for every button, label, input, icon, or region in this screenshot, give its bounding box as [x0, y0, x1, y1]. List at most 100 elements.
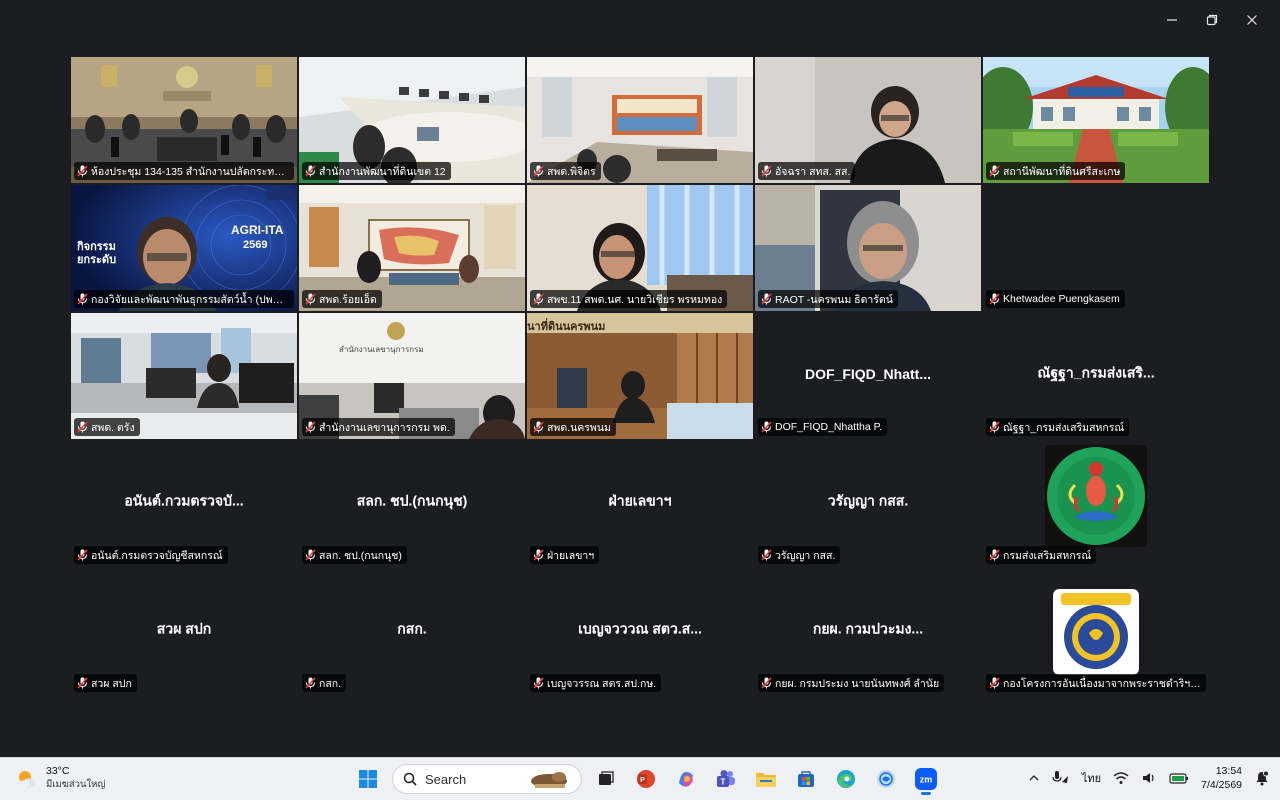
- teams-icon[interactable]: T: [710, 763, 742, 795]
- participant-display-name: ฝ่ายเลขาฯ: [608, 492, 672, 509]
- speaker-icon[interactable]: [1141, 771, 1157, 785]
- window-controls: [1152, 8, 1272, 32]
- participant-tile[interactable]: สพด.ร้อยเอ็ด: [299, 185, 525, 311]
- weather-temperature: 33°C: [46, 765, 70, 777]
- participant-tile[interactable]: สถานีพัฒนาที่ดินศรีสะเกษ: [983, 57, 1209, 183]
- participant-tile[interactable]: วรัญญา กสส. วรัญญา กสส.: [755, 441, 981, 567]
- mic-muted-icon: [533, 421, 544, 433]
- participant-name: RAOT -นครพนม ธิดารัตน์: [775, 293, 893, 306]
- svg-text:zm: zm: [920, 775, 933, 785]
- participant-name-bar: สพด.นครพนม: [530, 418, 616, 436]
- zoom-icon[interactable]: zm: [910, 763, 942, 795]
- participant-tile[interactable]: สลก. ชป.(กนกนุช) สลก. ชป.(กนกนุช): [299, 441, 525, 567]
- participant-tile[interactable]: กองโครงการอันเนื่องมาจากพระราชดำริฯ กรม.…: [983, 569, 1209, 695]
- mic-muted-icon: [77, 165, 88, 177]
- edge-icon[interactable]: [830, 763, 862, 795]
- participant-tile[interactable]: RAOT -นครพนม ธิดารัตน์: [755, 185, 981, 311]
- mic-muted-icon: [77, 293, 88, 305]
- chevron-up-icon[interactable]: [1028, 772, 1040, 784]
- participant-tile[interactable]: สำนักงานพัฒนาที่ดินเขต 12: [299, 57, 525, 183]
- participant-name: กสก.: [319, 677, 342, 690]
- participant-name: กรมส่งเสริมสหกรณ์: [1003, 549, 1092, 562]
- microphone-location-icon[interactable]: [1052, 770, 1070, 786]
- participant-name-bar: ฝ่ายเลขาฯ: [530, 546, 600, 564]
- participant-tile[interactable]: สำนักงานเลขานุการกรม สำนักงานเลขานุการกรม…: [299, 313, 525, 439]
- participant-tile[interactable]: เบญจวววณ สตว.ส... เบญจวรรณ สตร.สป.กษ.: [527, 569, 753, 695]
- participant-tile[interactable]: ฝ่ายเลขาฯ ฝ่ายเลขาฯ: [527, 441, 753, 567]
- participant-tile[interactable]: นาที่ดินนครพนม สพด.นครพนม: [527, 313, 753, 439]
- participant-tile[interactable]: สพข.11 สพด.นศ. นายวิเชียร พรหมทอง: [527, 185, 753, 311]
- mic-muted-icon: [533, 549, 544, 561]
- mic-muted-icon: [761, 165, 772, 177]
- participant-name: ณัฐฐา_กรมส่งเสริมสหกรณ์: [1003, 421, 1125, 434]
- search-highlight-icon: [531, 772, 567, 788]
- mic-muted-icon: [989, 293, 1000, 305]
- wifi-icon[interactable]: [1113, 771, 1129, 785]
- mic-muted-icon: [761, 293, 772, 305]
- participant-tile[interactable]: กรมส่งเสริมสหกรณ์: [983, 441, 1209, 567]
- app-icon[interactable]: [870, 763, 902, 795]
- participant-name-bar: ห้องประชุม 134-135 สำนักงานปลัดกระทรวงเก…: [74, 162, 294, 180]
- participant-tile[interactable]: กยผ. กวมปวะมง... กยผ. กรมประมง นายนันทพงศ…: [755, 569, 981, 695]
- participant-tile[interactable]: ณัฐฐา_กรมส่งเสริ... ณัฐฐา_กรมส่งเสริมสหกร…: [983, 313, 1209, 439]
- notification-bell-icon[interactable]: [1254, 770, 1270, 786]
- store-icon[interactable]: [790, 763, 822, 795]
- system-tray: ไทย 13:54 7/4/2569: [1028, 764, 1270, 792]
- copilot-icon[interactable]: [670, 763, 702, 795]
- participant-name-bar: กองวิจัยและพัฒนาพันธุกรรมสัตว์น้ำ (ปพน เ…: [74, 290, 294, 308]
- taskbar-apps: Search P T zm: [352, 763, 942, 795]
- participant-name-bar: กยผ. กรมประมง นายนันทพงศ์ ลำนัย: [758, 674, 945, 692]
- search-icon: [403, 772, 417, 786]
- language-indicator[interactable]: ไทย: [1082, 769, 1101, 787]
- taskbar-search-box[interactable]: Search: [392, 764, 582, 794]
- close-icon[interactable]: [1232, 8, 1272, 32]
- restore-icon[interactable]: [1192, 8, 1232, 32]
- participant-tile[interactable]: สพด.พิจิตร: [527, 57, 753, 183]
- participant-name-bar: สถานีพัฒนาที่ดินศรีสะเกษ: [986, 162, 1126, 180]
- file-explorer-icon[interactable]: [750, 763, 782, 795]
- participant-tile[interactable]: กสก. กสก.: [299, 569, 525, 695]
- participant-tile[interactable]: สพด. ตรัง: [71, 313, 297, 439]
- minimize-icon[interactable]: [1152, 8, 1192, 32]
- participant-name-bar: อัจฉรา สทส. สส.: [758, 162, 856, 180]
- task-view-icon[interactable]: [590, 763, 622, 795]
- office-icon[interactable]: P: [630, 763, 662, 795]
- participant-tile[interactable]: AGRI-ITA 2569 กิจกรรม ยกระดับ กองวิจัยและพั…: [71, 185, 297, 311]
- participant-display-name: อนันต์.กวมตรวจบั...: [124, 492, 244, 509]
- participant-name: ฝ่ายเลขาฯ: [547, 549, 595, 562]
- participant-tile[interactable]: Khetwadee Puengkasem: [983, 185, 1209, 311]
- mic-muted-icon: [989, 549, 1000, 561]
- clock-time: 13:54: [1215, 765, 1242, 777]
- weather-widget[interactable]: 33°C มีเมฆส่วนใหญ่: [16, 765, 105, 792]
- participant-display-name: สวผ สปก: [156, 620, 212, 637]
- mic-muted-icon: [761, 677, 772, 689]
- participant-display-name: วรัญญา กสส.: [827, 492, 909, 509]
- windows-start-icon[interactable]: [352, 763, 384, 795]
- participant-tile[interactable]: สวผ สปก สวผ สปก: [71, 569, 297, 695]
- mic-muted-icon: [533, 165, 544, 177]
- participant-name-bar: กรมส่งเสริมสหกรณ์: [986, 546, 1097, 564]
- participant-display-name: ณัฐฐา_กรมส่งเสริ...: [1037, 364, 1155, 381]
- participant-name: ห้องประชุม 134-135 สำนักงานปลัดกระทรวงเก…: [91, 165, 289, 178]
- participant-tile[interactable]: DOF_FIQD_Nhatt... DOF_FIQD_Nhattha P.: [755, 313, 981, 439]
- participant-name-bar: สพด. ตรัง: [74, 418, 140, 436]
- clock[interactable]: 13:54 7/4/2569: [1201, 764, 1242, 792]
- participant-avatar-logo: [1053, 589, 1139, 675]
- participant-name: อัจฉรา สทส. สส.: [775, 165, 851, 178]
- mic-muted-icon: [77, 677, 88, 689]
- participant-name-bar: Khetwadee Puengkasem: [986, 290, 1125, 308]
- battery-icon[interactable]: [1169, 771, 1189, 785]
- participant-name: สพด. ตรัง: [91, 421, 135, 434]
- participant-name: DOF_FIQD_Nhattha P.: [775, 421, 883, 433]
- participant-tile[interactable]: อัจฉรา สทส. สส.: [755, 57, 981, 183]
- participant-tile[interactable]: อนันต์.กวมตรวจบั... อนันต์.กรมตรวจบัญชีสห…: [71, 441, 297, 567]
- participant-name-bar: DOF_FIQD_Nhattha P.: [758, 418, 888, 436]
- participant-name-bar: สพด.พิจิตร: [530, 162, 601, 180]
- mic-muted-icon: [761, 549, 772, 561]
- participant-name: อนันต์.กรมตรวจบัญชีสหกรณ์: [91, 549, 223, 562]
- poster-title: AGRI-ITA: [231, 223, 284, 237]
- wall-sign: สำนักงานเลขานุการกรม: [339, 345, 424, 354]
- participant-display-name: กยผ. กวมปวะมง...: [812, 620, 924, 637]
- poster-subtitle: กิจกรรม ยกระดับ: [77, 241, 117, 266]
- participant-tile[interactable]: ห้องประชุม 134-135 สำนักงานปลัดกระทรวงเก…: [71, 57, 297, 183]
